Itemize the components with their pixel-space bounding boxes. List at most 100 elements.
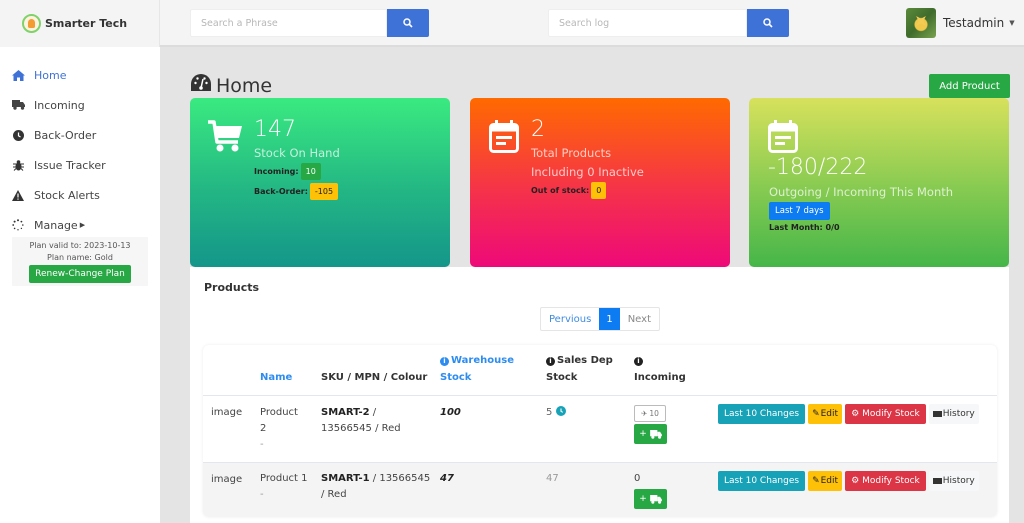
- cogs-icon: ⚙: [851, 476, 860, 486]
- products-panel: Products Pervious 1 Next Name SKU / MPN …: [190, 267, 1009, 523]
- edit-button[interactable]: ✎ Edit: [808, 471, 843, 491]
- last-10-changes-button[interactable]: Last 10 Changes: [718, 471, 806, 491]
- log-search: [548, 9, 789, 37]
- sidebar-item-back-order[interactable]: Back-Order: [11, 128, 96, 142]
- plan-name: Plan name: Gold: [47, 253, 113, 262]
- sidebar-item-label: Stock Alerts: [34, 188, 100, 202]
- product-image: image: [211, 474, 243, 485]
- truck-icon: [649, 494, 662, 504]
- info-icon[interactable]: i: [440, 357, 449, 366]
- sidebar-item-label: Issue Tracker: [34, 158, 106, 172]
- back-order-label: Back-Order:: [254, 187, 308, 196]
- modify-stock-button[interactable]: ⚙ Modify Stock: [845, 471, 926, 491]
- warning-icon: [11, 188, 25, 202]
- phrase-search-button[interactable]: [387, 9, 429, 37]
- out-of-stock-label: Out of stock:: [531, 186, 590, 195]
- last-10-changes-button[interactable]: Last 10 Changes: [718, 404, 806, 424]
- stock-on-hand-card: 147 Stock On Hand Incoming: 10 Back-Orde…: [190, 98, 450, 267]
- product-name[interactable]: Product 1 -: [260, 471, 308, 503]
- phrase-search: [190, 9, 429, 37]
- info-icon[interactable]: i: [634, 357, 643, 366]
- products-title: Products: [204, 281, 260, 294]
- truck-icon: [649, 429, 662, 439]
- inactive-products-label: Including 0 Inactive: [531, 165, 644, 179]
- row-actions: Last 10 Changes ✎ Edit ⚙ Modify Stock Hist…: [718, 404, 979, 424]
- pagination-page-1[interactable]: 1: [599, 308, 620, 330]
- total-products-value: 2: [531, 117, 545, 142]
- truck-icon: [11, 98, 25, 112]
- column-header-sales-dep-stock: i Sales Dep Stock: [546, 355, 613, 383]
- top-header: Smarter Tech Testadmin ▼: [0, 0, 1024, 47]
- sales-dep-stock: 47: [546, 473, 559, 484]
- pagination-next[interactable]: Next: [620, 308, 659, 330]
- page-title: Home: [191, 74, 272, 97]
- incoming-badge: 10: [300, 163, 321, 180]
- outgoing-incoming-value: -180/222: [768, 155, 868, 180]
- log-search-button[interactable]: [747, 9, 789, 37]
- add-incoming-button[interactable]: +: [634, 489, 667, 509]
- log-search-input[interactable]: [548, 9, 747, 37]
- products-table: Name SKU / MPN / Colour i Warehouse Stock …: [203, 345, 997, 517]
- sidebar-item-incoming[interactable]: Incoming: [11, 98, 85, 112]
- sidebar-item-stock-alerts[interactable]: Stock Alerts: [11, 188, 100, 202]
- spinner-icon: [11, 218, 25, 232]
- stock-on-hand-value: 147: [254, 117, 296, 142]
- edit-button[interactable]: ✎ Edit: [808, 404, 843, 424]
- back-order-badge: -105: [309, 183, 339, 200]
- shopping-cart-icon: [208, 120, 242, 156]
- plan-valid-date: Plan valid to: 2023-10-13: [29, 241, 131, 250]
- add-incoming-button[interactable]: +: [634, 424, 667, 444]
- caret-right-icon: ▶: [79, 221, 86, 229]
- modify-stock-button[interactable]: ⚙ Modify Stock: [845, 404, 926, 424]
- brand[interactable]: Smarter Tech: [0, 0, 160, 47]
- out-of-stock-badge: 0: [591, 182, 607, 199]
- calendar-icon: [768, 120, 798, 156]
- chevron-down-icon: ▼: [1009, 19, 1015, 27]
- table-row: image Product 2 - SMART-2 / 13566545 / R…: [203, 395, 997, 462]
- warehouse-stock: 47: [440, 473, 454, 484]
- bug-icon: [11, 158, 25, 172]
- user-name: Testadmin: [943, 16, 1005, 30]
- calendar-icon: [489, 120, 519, 156]
- incoming-summary: Incoming: 10: [254, 163, 321, 180]
- row-actions: Last 10 Changes ✎ Edit ⚙ Modify Stock Hist…: [718, 471, 979, 491]
- sidebar-item-manage[interactable]: Manage ▶: [11, 218, 85, 232]
- sidebar-item-home[interactable]: Home: [11, 68, 66, 82]
- plan-info: Plan valid to: 2023-10-13 Plan name: Gol…: [12, 237, 148, 286]
- add-product-button[interactable]: Add Product: [929, 74, 1010, 98]
- back-order-summary: Back-Order: -105: [254, 183, 339, 200]
- product-image: image: [211, 407, 243, 418]
- sidebar-item-label: Home: [34, 68, 67, 82]
- clock-icon: [11, 128, 25, 142]
- stock-on-hand-label: Stock On Hand: [254, 146, 340, 160]
- column-header-name[interactable]: Name: [260, 369, 292, 386]
- phrase-search-input[interactable]: [190, 9, 387, 37]
- user-menu[interactable]: Testadmin ▼: [906, 8, 1015, 38]
- dashboard-gauge-icon: [191, 74, 211, 97]
- sidebar-item-issue-tracker[interactable]: Issue Tracker: [11, 158, 106, 172]
- home-icon: [11, 68, 25, 82]
- clock-icon[interactable]: [555, 406, 566, 416]
- pagination: Pervious 1 Next: [540, 307, 660, 331]
- search-icon: [763, 18, 773, 28]
- lightbulb-logo-icon: [22, 14, 41, 33]
- plane-icon: ✈: [641, 409, 648, 418]
- history-button[interactable]: History: [928, 471, 979, 491]
- outgoing-incoming-label: Outgoing / Incoming This Month: [769, 185, 954, 199]
- avatar: [906, 8, 936, 38]
- sidebar-item-label: Manage: [34, 218, 78, 232]
- sales-dep-stock: 5: [546, 405, 566, 421]
- history-button[interactable]: History: [928, 404, 979, 424]
- column-header-warehouse-stock[interactable]: i Warehouse Stock: [440, 352, 514, 386]
- incoming-flight-badge[interactable]: ✈ 10: [634, 405, 666, 422]
- product-name[interactable]: Product 2 -: [260, 405, 298, 453]
- column-header-sku: SKU / MPN / Colour: [321, 372, 428, 383]
- renew-plan-button[interactable]: Renew-Change Plan: [29, 265, 131, 283]
- pencil-icon: ✎: [812, 409, 820, 419]
- info-icon[interactable]: i: [546, 357, 555, 366]
- product-sku: SMART-2 / 13566545 / Red: [321, 407, 401, 434]
- pagination-previous[interactable]: Pervious: [541, 308, 599, 330]
- last-7-days-button[interactable]: Last 7 days: [769, 202, 830, 220]
- column-header-incoming: i Incoming: [634, 357, 686, 383]
- total-products-label: Total Products: [531, 146, 612, 160]
